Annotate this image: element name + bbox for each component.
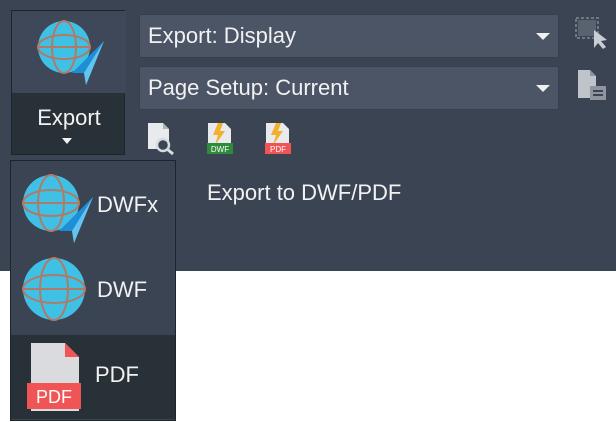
export-globe-plane-icon <box>37 20 104 85</box>
export-menu: DWFx DWF PDF PDF <box>10 160 176 421</box>
export-display-value: Export: Display <box>148 23 296 48</box>
export-label[interactable]: Export <box>12 105 126 131</box>
menu-item-dwf-label: DWF <box>97 277 148 302</box>
export-dwf-tool[interactable]: DWF <box>205 121 235 155</box>
export-display-dropdown[interactable]: Export: Display <box>139 14 559 58</box>
dwf-badge: DWF <box>211 145 229 154</box>
export-caret-icon[interactable] <box>62 138 72 144</box>
panel-title: Export to DWF/PDF <box>207 180 402 205</box>
chevron-down-icon[interactable] <box>536 33 550 40</box>
pdf-doc-badge: PDF <box>36 387 72 407</box>
export-pdf-tool[interactable]: PDF <box>263 121 293 155</box>
dwf-globe-icon <box>22 257 86 321</box>
menu-item-dwfx-label: DWFx <box>97 192 159 217</box>
chevron-down-icon[interactable] <box>536 85 550 92</box>
page-setup-dropdown[interactable]: Page Setup: Current <box>139 66 559 110</box>
dwf-file-icon: DWF <box>207 123 233 154</box>
export-icon-area[interactable] <box>12 11 126 93</box>
dwfx-globe-plane-icon <box>22 174 93 243</box>
pdf-file-icon: PDF <box>265 123 291 154</box>
export-button[interactable]: Export <box>11 10 126 155</box>
pdf-document-icon: PDF <box>27 343 81 411</box>
pdf-badge: PDF <box>270 145 286 154</box>
preview-icon[interactable] <box>145 121 175 155</box>
menu-item-pdf[interactable]: PDF PDF <box>11 335 175 419</box>
page-setup-value: Page Setup: Current <box>148 75 349 100</box>
menu-item-dwf[interactable]: DWF <box>11 250 175 334</box>
menu-item-dwfx[interactable]: DWFx <box>11 165 175 249</box>
page-setup-icon[interactable] <box>574 68 608 102</box>
menu-item-pdf-label: PDF <box>95 362 139 387</box>
window-select-icon[interactable] <box>574 16 608 50</box>
